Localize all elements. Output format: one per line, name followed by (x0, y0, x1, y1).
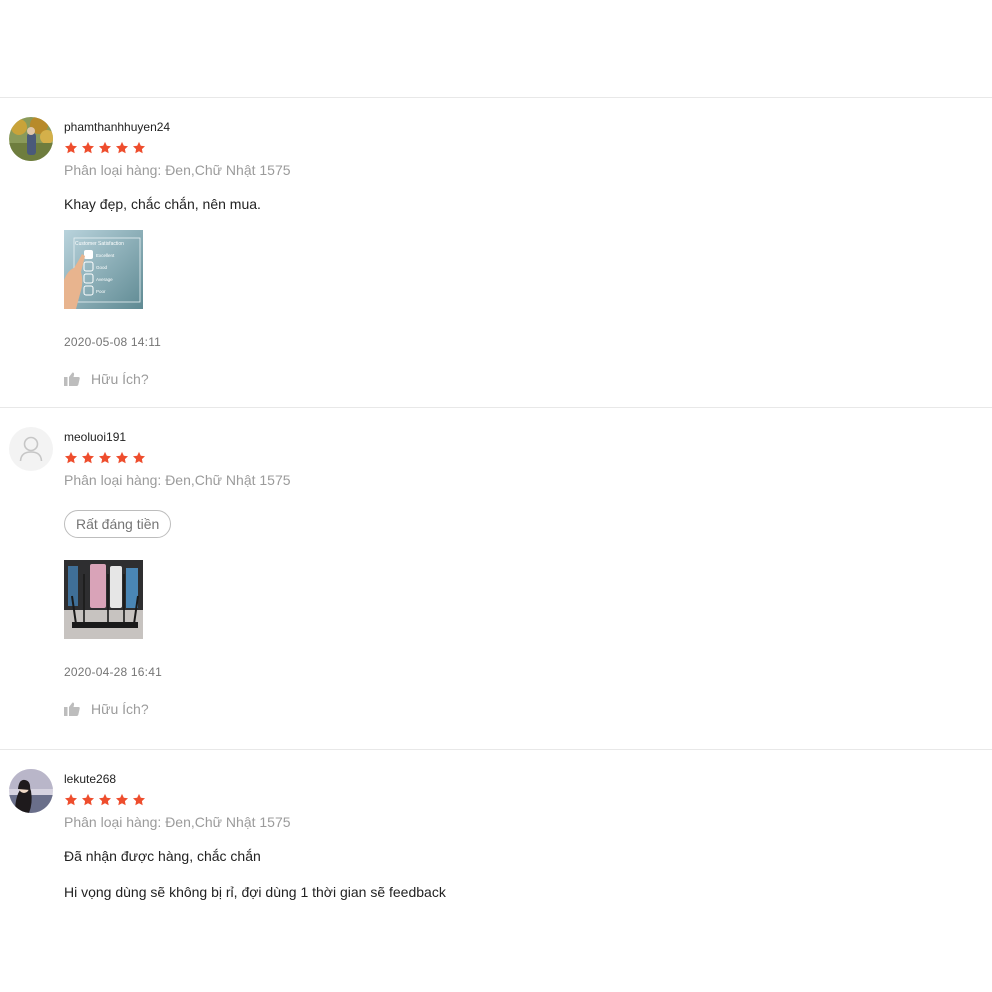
review-image[interactable] (64, 560, 143, 639)
product-variation: Phân loại hàng: Đen,Chữ Nhật 1575 (64, 814, 291, 830)
star-icon (64, 793, 78, 806)
image-option: Excellent (96, 253, 115, 258)
star-icon (64, 451, 78, 464)
user-avatar-default[interactable] (9, 427, 53, 471)
thumbs-up-icon (64, 702, 80, 716)
user-avatar[interactable] (9, 769, 53, 813)
image-title: Customer Satisfaction (75, 241, 124, 247)
star-icon (115, 141, 129, 154)
star-icon (132, 141, 146, 154)
image-option: Poor (96, 289, 106, 294)
username[interactable]: meoluoi191 (64, 430, 992, 444)
product-variation: Phân loại hàng: Đen,Chữ Nhật 1575 (64, 472, 291, 488)
helpful-button[interactable]: Hữu Ích? (64, 701, 992, 717)
rating-stars (64, 141, 992, 156)
review-item: phamthanhhuyen24 Phân loại hàng: Đen,Chữ… (0, 97, 992, 407)
rating-stars (64, 451, 992, 466)
review-comment-line: Hi vọng dùng sẽ không bị rỉ, đợi dùng 1 … (64, 884, 446, 900)
review-item: meoluoi191 Phân loại hàng: Đen,Chữ Nhật … (0, 407, 992, 749)
image-option: Good (96, 265, 108, 270)
product-variation: Phân loại hàng: Đen,Chữ Nhật 1575 (64, 162, 291, 178)
star-icon (98, 451, 112, 464)
star-icon (81, 793, 95, 806)
review-timestamp: 2020-05-08 14:11 (64, 335, 162, 349)
review-image[interactable]: Customer Satisfaction Excellent Good Ave… (64, 230, 143, 309)
star-icon (98, 793, 112, 806)
thumbs-up-icon (64, 372, 80, 386)
image-option: Average (96, 277, 113, 282)
rating-stars (64, 793, 992, 808)
star-icon (98, 141, 112, 154)
star-icon (115, 793, 129, 806)
review-timestamp: 2020-04-28 16:41 (64, 665, 162, 679)
helpful-label: Hữu Ích? (91, 701, 149, 717)
username[interactable]: phamthanhhuyen24 (64, 120, 992, 134)
helpful-button[interactable]: Hữu Ích? (64, 371, 992, 387)
review-comment: Khay đẹp, chắc chắn, nên mua. (64, 196, 261, 212)
star-icon (115, 451, 129, 464)
star-icon (81, 141, 95, 154)
review-item: lekute268 Phân loại hàng: Đen,Chữ Nhật 1… (0, 749, 992, 992)
user-avatar[interactable] (9, 117, 53, 161)
star-icon (132, 451, 146, 464)
review-comment-line: Đã nhận được hàng, chắc chắn (64, 848, 261, 864)
star-icon (132, 793, 146, 806)
helpful-label: Hữu Ích? (91, 371, 149, 387)
username[interactable]: lekute268 (64, 772, 992, 786)
review-tag: Rất đáng tiền (64, 510, 172, 538)
star-icon (81, 451, 95, 464)
user-icon (19, 436, 43, 462)
star-icon (64, 141, 78, 154)
